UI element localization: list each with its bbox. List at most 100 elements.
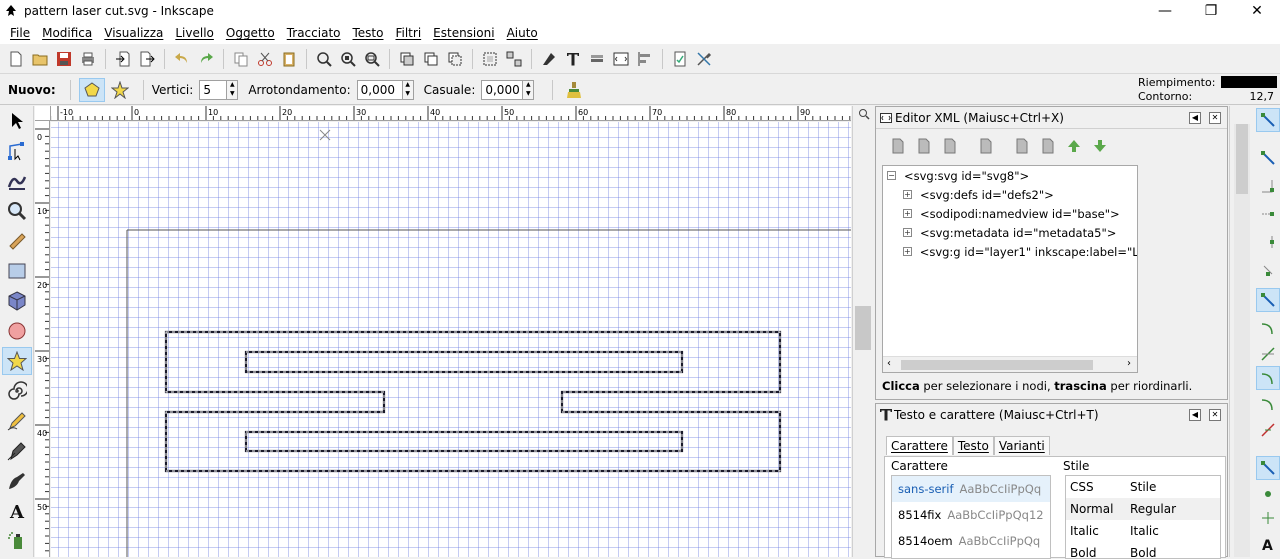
snap-others-icon[interactable] bbox=[1256, 456, 1280, 480]
reset-defaults-button[interactable] bbox=[561, 78, 587, 102]
collapse-toggle[interactable]: − bbox=[887, 171, 896, 180]
random-input[interactable] bbox=[481, 79, 524, 100]
scrollbar-thumb[interactable] bbox=[901, 360, 1093, 370]
xml-editor-icon[interactable] bbox=[610, 48, 632, 70]
expand-toggle[interactable]: + bbox=[903, 209, 912, 218]
xml-editor-close-button[interactable]: ✕ bbox=[1209, 111, 1221, 124]
expand-toggle[interactable]: + bbox=[903, 247, 912, 256]
raise-node-icon[interactable] bbox=[1064, 136, 1084, 156]
spiral-tool-icon[interactable] bbox=[2, 377, 32, 405]
rectangle-tool-icon[interactable] bbox=[2, 257, 32, 285]
xml-node-tree[interactable]: − <svg:svg id="svg8"> + <svg:defs id="defs… bbox=[882, 165, 1138, 373]
menu-tracciato[interactable]: Tracciato bbox=[281, 26, 347, 40]
menu-aiuto[interactable]: Aiuto bbox=[501, 26, 544, 40]
menu-oggetto[interactable]: Oggetto bbox=[220, 26, 281, 40]
snap-intersections-icon[interactable] bbox=[1256, 342, 1280, 366]
lower-slot-path[interactable] bbox=[244, 430, 684, 453]
undo-icon[interactable] bbox=[171, 48, 193, 70]
random-stepper[interactable]: ▲ ▼ bbox=[523, 79, 535, 100]
snap-bbox-icon[interactable] bbox=[1256, 146, 1280, 170]
snap-enable-icon[interactable] bbox=[1256, 108, 1280, 132]
align-distribute-icon[interactable] bbox=[634, 48, 656, 70]
snap-smooth-nodes-icon[interactable] bbox=[1256, 392, 1280, 416]
scroll-right-icon[interactable]: › bbox=[1127, 358, 1131, 369]
polygon-mode-button[interactable] bbox=[78, 77, 105, 102]
expand-toggle[interactable]: + bbox=[903, 228, 912, 237]
laser-cut-pattern[interactable] bbox=[164, 330, 782, 473]
snap-text-baseline-icon[interactable]: A bbox=[1256, 532, 1280, 556]
delete-node-icon[interactable] bbox=[976, 136, 996, 156]
fill-stroke-indicator[interactable]: Riempimento: Contorno: 12,7 bbox=[1130, 75, 1280, 105]
font-list-item[interactable]: 8514oem AaBbCcIiPpQq bbox=[892, 528, 1050, 554]
minimize-button[interactable]: — bbox=[1142, 0, 1188, 22]
export-icon[interactable] bbox=[136, 48, 158, 70]
spray-tool-icon[interactable] bbox=[2, 527, 32, 555]
star-tool-icon[interactable] bbox=[2, 347, 32, 375]
scrollbar-thumb[interactable] bbox=[855, 306, 871, 350]
snap-nodes-icon[interactable] bbox=[1256, 288, 1280, 312]
menu-livello[interactable]: Livello bbox=[169, 26, 220, 40]
snap-bbox-midpoint-icon[interactable] bbox=[1256, 230, 1280, 254]
ellipse-tool-icon[interactable] bbox=[2, 317, 32, 345]
zoom-selection-icon[interactable] bbox=[313, 48, 335, 70]
font-family-list[interactable]: sans-serif AaBbCcIiPpQq 8514fix AaBbCcIiPp… bbox=[891, 475, 1051, 559]
text-panel-iconify-button[interactable]: ◀ bbox=[1189, 409, 1201, 421]
text-tool-icon[interactable] bbox=[562, 48, 584, 70]
upper-slot-path[interactable] bbox=[244, 350, 684, 374]
save-icon[interactable] bbox=[53, 48, 75, 70]
snap-object-center-icon[interactable] bbox=[1256, 482, 1280, 506]
selector-tool-icon[interactable] bbox=[2, 107, 32, 135]
xml-node-layer1[interactable]: + <svg:g id="layer1" inkscape:label="Live… bbox=[883, 242, 1137, 261]
node-tool-icon[interactable] bbox=[2, 137, 32, 165]
snap-bbox-corner-icon[interactable] bbox=[1256, 202, 1280, 226]
menu-visualizza[interactable]: Visualizza bbox=[98, 26, 169, 40]
zoom-page-icon[interactable] bbox=[361, 48, 383, 70]
snap-bbox-center-icon[interactable] bbox=[1256, 258, 1280, 282]
close-button[interactable]: ✕ bbox=[1234, 0, 1280, 22]
xml-node-metadata[interactable]: + <svg:metadata id="metadata5"> bbox=[883, 223, 1137, 242]
text-panel-close-button[interactable]: ✕ bbox=[1209, 409, 1221, 421]
paste-icon[interactable] bbox=[278, 48, 300, 70]
tab-varianti[interactable]: Varianti bbox=[993, 436, 1050, 455]
text-tool-icon[interactable]: A bbox=[2, 497, 32, 525]
font-list-item[interactable]: 8514fix AaBbCcIiPpQq12 bbox=[892, 502, 1050, 528]
clone-icon[interactable] bbox=[420, 48, 442, 70]
horizontal-ruler[interactable]: -100102030405060708090100 bbox=[51, 106, 851, 121]
pen-tool-icon[interactable] bbox=[2, 437, 32, 465]
vertical-ruler[interactable]: 0 10 20 30 40 50 bbox=[35, 121, 50, 557]
print-icon[interactable] bbox=[77, 48, 99, 70]
zoom-drawing-icon[interactable] bbox=[337, 48, 359, 70]
style-list-item[interactable]: Italic Italic bbox=[1066, 520, 1220, 542]
import-icon[interactable] bbox=[112, 48, 134, 70]
cut-icon[interactable] bbox=[254, 48, 276, 70]
group-icon[interactable] bbox=[479, 48, 501, 70]
measure-tool-icon[interactable] bbox=[2, 227, 32, 255]
expand-toggle[interactable]: + bbox=[903, 190, 912, 199]
rounding-stepper[interactable]: ▲ ▼ bbox=[402, 79, 414, 100]
tweak-tool-icon[interactable] bbox=[2, 167, 32, 195]
snap-cusp-nodes-icon[interactable] bbox=[1256, 366, 1280, 390]
preferences-icon[interactable] bbox=[693, 48, 715, 70]
unlink-clone-icon[interactable] bbox=[444, 48, 466, 70]
3d-box-tool-icon[interactable] bbox=[2, 287, 32, 315]
fill-swatch[interactable] bbox=[1221, 76, 1278, 88]
style-list-item[interactable]: Normal Regular bbox=[1066, 498, 1220, 520]
zoom-correction-icon[interactable] bbox=[858, 108, 870, 120]
menu-filtri[interactable]: Filtri bbox=[389, 26, 427, 40]
font-style-list[interactable]: CSS Stile Normal Regular Italic Italic Bold… bbox=[1065, 475, 1221, 559]
new-document-icon[interactable] bbox=[5, 48, 27, 70]
tab-testo[interactable]: Testo bbox=[952, 436, 994, 455]
indent-node-icon[interactable] bbox=[1038, 136, 1058, 156]
rounding-input[interactable] bbox=[356, 79, 403, 100]
document-properties-icon[interactable] bbox=[669, 48, 691, 70]
lower-node-icon[interactable] bbox=[1090, 136, 1110, 156]
pencil-tool-icon[interactable] bbox=[2, 407, 32, 435]
style-list-item[interactable]: Bold Bold bbox=[1066, 542, 1220, 558]
xml-node-defs[interactable]: + <svg:defs id="defs2"> bbox=[883, 185, 1137, 204]
xml-node-namedview[interactable]: + <sodipodi:namedview id="base"> bbox=[883, 204, 1137, 223]
layers-icon[interactable] bbox=[586, 48, 608, 70]
menu-modifica[interactable]: Modifica bbox=[36, 26, 98, 40]
scroll-left-icon[interactable]: ‹ bbox=[887, 358, 891, 369]
copy-icon[interactable] bbox=[230, 48, 252, 70]
snap-bbox-edge-icon[interactable] bbox=[1256, 174, 1280, 198]
